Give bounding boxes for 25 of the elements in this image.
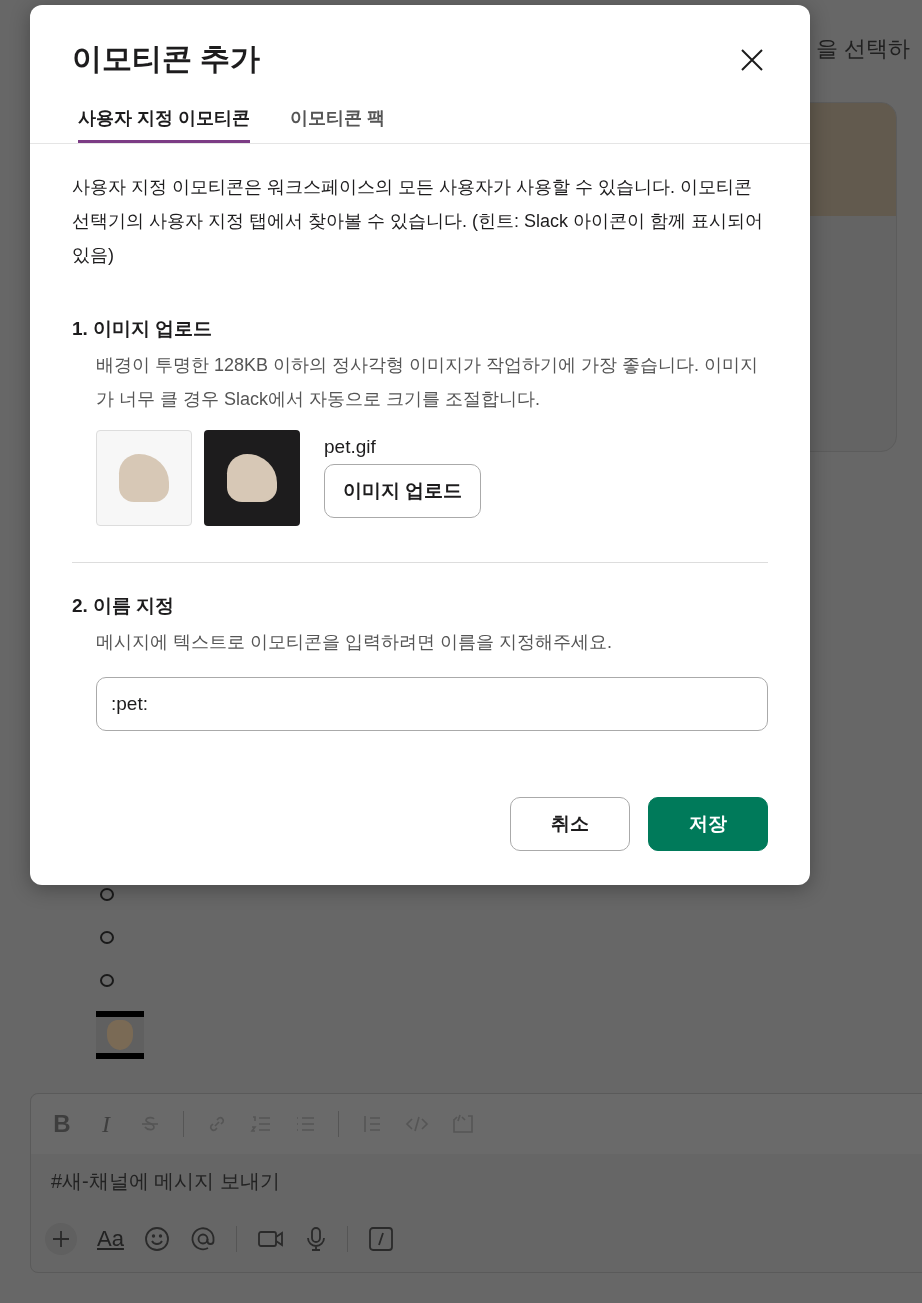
- header-text: 을 선택하: [815, 35, 910, 63]
- file-name: pet.gif: [324, 436, 376, 458]
- tab[interactable]: 이모티콘 팩: [290, 106, 386, 143]
- video-icon[interactable]: [256, 1228, 285, 1250]
- tab[interactable]: 사용자 지정 이모티콘: [78, 106, 250, 143]
- mention-icon[interactable]: [189, 1226, 216, 1252]
- hint-text: 배경이 투명한 128KB 이하의 정사각형 이미지가 작업하기에 가장 좋습니다. 이미지가 너무 클 경우 Slack에서 자동으로 크기를 조절합니다.: [96, 354, 760, 411]
- plus-icon[interactable]: [45, 1223, 77, 1255]
- cancel-button[interactable]: 취소: [510, 797, 630, 851]
- save-button[interactable]: 저장: [648, 797, 768, 851]
- upload-button[interactable]: 이미지 업로드: [324, 464, 482, 518]
- microphone-icon[interactable]: [304, 1226, 327, 1252]
- bullet-icon: [100, 931, 114, 944]
- photo-placeholder: [96, 1011, 144, 1059]
- bullet-icon: [100, 974, 114, 987]
- dialog-title: 이모티콘 추가: [72, 41, 261, 77]
- slash-command-icon[interactable]: [367, 1226, 394, 1252]
- emoji-icon[interactable]: [143, 1226, 170, 1252]
- section-heading: 1. 이미지 업로드: [72, 317, 214, 341]
- name-input-field[interactable]: :pet:: [96, 677, 768, 731]
- section-heading: 2. 이름 지정: [72, 594, 176, 618]
- hint-text: 메시지에 텍스트로 이모티콘을 입력하려면 이름을 지정해주세요.: [96, 631, 613, 654]
- bullet-icon: [100, 888, 114, 901]
- close-icon[interactable]: [740, 47, 764, 72]
- description-text: 사용자 지정 이모티콘은 워크스페이스의 모든 사용자가 사용할 수 있습니다. 이모티콘 선택기의 사용자 지정 탭에서 찾아볼 수 있습니다. (힌트: Slack 아이콘이 함께 표시되어 있음): [72, 176, 765, 267]
